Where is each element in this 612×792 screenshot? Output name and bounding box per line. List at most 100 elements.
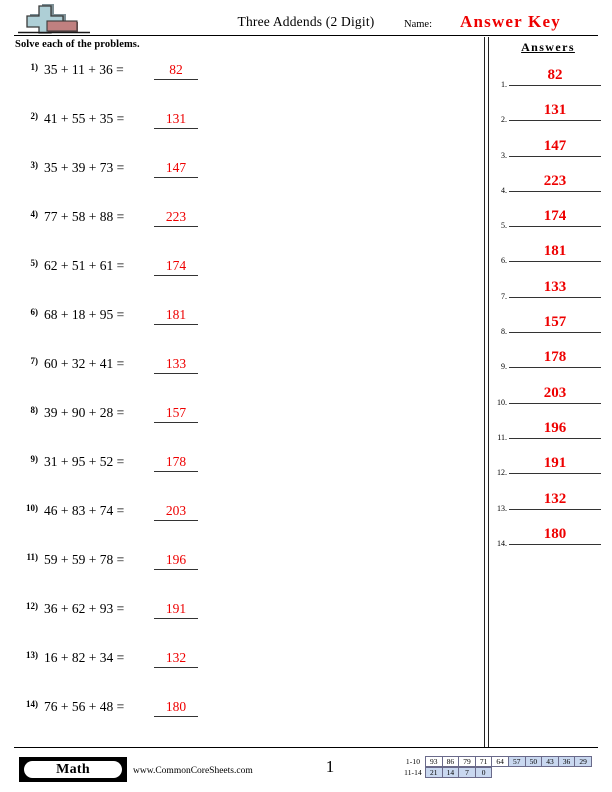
answer-row: 2. 131 xyxy=(492,101,604,136)
problem-expression: 31 + 95 + 52 = xyxy=(44,454,125,469)
problem-answer-blank[interactable]: 82 xyxy=(154,62,198,80)
answer-row: 3. 147 xyxy=(492,137,604,172)
answer-row-value[interactable]: 196 xyxy=(509,420,601,439)
answer-row: 12. 191 xyxy=(492,454,604,489)
answer-key-stamp: Answer Key xyxy=(460,12,561,31)
answer-row-number: 3. xyxy=(501,150,507,160)
problem-expression: 46 + 83 + 74 = xyxy=(44,503,125,518)
problem-answer-blank[interactable]: 133 xyxy=(154,356,198,374)
problem-answer-blank[interactable]: 203 xyxy=(154,503,198,521)
answer-row: 8. 157 xyxy=(492,313,604,348)
answer-row-number: 4. xyxy=(501,185,507,195)
answer-row-number: 14. xyxy=(497,538,507,548)
problem-row: 13) 16 + 82 + 34 = 132 xyxy=(16,644,476,693)
score-cell: 79 xyxy=(458,756,476,767)
problem-number: 4) xyxy=(30,209,39,219)
problem-answer-blank[interactable]: 191 xyxy=(154,601,198,619)
problem-answer-blank[interactable]: 180 xyxy=(154,699,198,717)
score-cell: 7 xyxy=(458,767,476,778)
site-url: www.CommonCoreSheets.com xyxy=(133,766,253,776)
problem-number: 6) xyxy=(30,307,39,317)
score-cell: 86 xyxy=(441,756,460,767)
answer-row-value[interactable]: 191 xyxy=(509,455,601,475)
answer-row: 10. 203 xyxy=(492,384,604,419)
problem-number: 3) xyxy=(30,160,39,170)
problem-row: 10) 46 + 83 + 74 = 203 xyxy=(16,497,476,546)
score-cell: 71 xyxy=(474,756,493,767)
score-cell: 93 xyxy=(425,756,443,767)
problem-expression: 35 + 11 + 36 = xyxy=(44,62,124,77)
answer-row-value[interactable]: 132 xyxy=(509,491,601,510)
answer-row-number: 8. xyxy=(501,327,507,337)
answer-row-number: 2. xyxy=(501,115,507,125)
answer-row-number: 6. xyxy=(501,256,507,266)
score-cell-empty xyxy=(508,767,526,778)
score-table-row: 11-14 21 14 7 0 xyxy=(400,767,592,778)
problem-expression: 68 + 18 + 95 = xyxy=(44,307,125,322)
problem-expression: 62 + 51 + 61 = xyxy=(44,258,125,273)
answer-row: 1. 82 xyxy=(492,66,604,101)
answer-row-value[interactable]: 131 xyxy=(509,102,601,122)
score-cell-empty xyxy=(541,767,559,778)
problem-number: 11) xyxy=(26,552,38,562)
score-cell-empty xyxy=(574,767,592,778)
page-number: 1 xyxy=(325,757,335,776)
score-cell: 64 xyxy=(491,756,509,767)
score-cell-empty xyxy=(525,767,543,778)
problem-number: 14) xyxy=(26,699,38,709)
answers-panel-title: Answers xyxy=(521,40,575,54)
problem-answer-blank[interactable]: 147 xyxy=(154,160,198,178)
score-cell: 29 xyxy=(574,756,592,767)
problem-number: 9) xyxy=(30,454,39,464)
problem-answer-blank[interactable]: 178 xyxy=(154,454,198,472)
answer-row-number: 10. xyxy=(497,397,507,407)
problem-number: 1) xyxy=(30,62,39,72)
answer-row-value[interactable]: 82 xyxy=(509,67,601,86)
answer-row-value[interactable]: 147 xyxy=(509,138,601,157)
problem-answer-blank[interactable]: 181 xyxy=(154,307,198,325)
header-divider-rule xyxy=(14,35,598,36)
problem-number: 2) xyxy=(30,111,39,121)
problem-row: 7) 60 + 32 + 41 = 133 xyxy=(16,350,476,399)
answer-row-number: 12. xyxy=(497,468,507,478)
answer-row: 5. 174 xyxy=(492,207,604,242)
problem-expression: 77 + 58 + 88 = xyxy=(44,209,125,224)
answer-row-number: 7. xyxy=(501,291,507,301)
answer-row-value[interactable]: 178 xyxy=(509,349,601,369)
problem-expression: 39 + 90 + 28 = xyxy=(44,405,125,420)
problem-number: 8) xyxy=(30,405,39,415)
problem-row: 5) 62 + 51 + 61 = 174 xyxy=(16,252,476,301)
problem-row: 14) 76 + 56 + 48 = 180 xyxy=(16,693,476,742)
problem-answer-blank[interactable]: 196 xyxy=(154,552,198,570)
answer-row-number: 13. xyxy=(497,503,507,513)
problem-row: 1) 35 + 11 + 36 = 82 xyxy=(16,56,476,105)
problem-row: 12) 36 + 62 + 93 = 191 xyxy=(16,595,476,644)
score-cell: 21 xyxy=(425,767,443,778)
problem-answer-blank[interactable]: 132 xyxy=(154,650,198,668)
subject-badge-label: Math xyxy=(24,761,122,778)
answer-row-value[interactable]: 203 xyxy=(509,385,601,404)
problem-answer-blank[interactable]: 174 xyxy=(154,258,198,276)
score-cell-empty xyxy=(558,767,576,778)
answer-row-value[interactable]: 157 xyxy=(509,314,601,334)
score-cell: 36 xyxy=(557,756,576,767)
answer-row-value[interactable]: 180 xyxy=(509,526,601,545)
problem-answer-blank[interactable]: 157 xyxy=(154,405,198,423)
answer-row-value[interactable]: 181 xyxy=(509,243,601,263)
problem-expression: 59 + 59 + 78 = xyxy=(44,552,125,567)
problem-row: 3) 35 + 39 + 73 = 147 xyxy=(16,154,476,203)
answer-row: 7. 133 xyxy=(492,278,604,313)
answer-row-value[interactable]: 223 xyxy=(509,173,601,192)
problem-answer-blank[interactable]: 223 xyxy=(154,209,198,227)
answer-row: 9. 178 xyxy=(492,348,604,383)
score-cell: 43 xyxy=(541,756,559,767)
score-range-label: 1-10 xyxy=(405,757,421,766)
answer-row-value[interactable]: 133 xyxy=(509,279,601,298)
problem-row: 8) 39 + 90 + 28 = 157 xyxy=(16,399,476,448)
problem-answer-blank[interactable]: 131 xyxy=(154,111,198,129)
answer-row-value[interactable]: 174 xyxy=(509,208,601,228)
score-cell: 57 xyxy=(507,756,526,767)
problem-number: 12) xyxy=(26,601,38,611)
problem-expression: 16 + 82 + 34 = xyxy=(44,650,125,665)
answer-row-number: 1. xyxy=(501,80,507,89)
